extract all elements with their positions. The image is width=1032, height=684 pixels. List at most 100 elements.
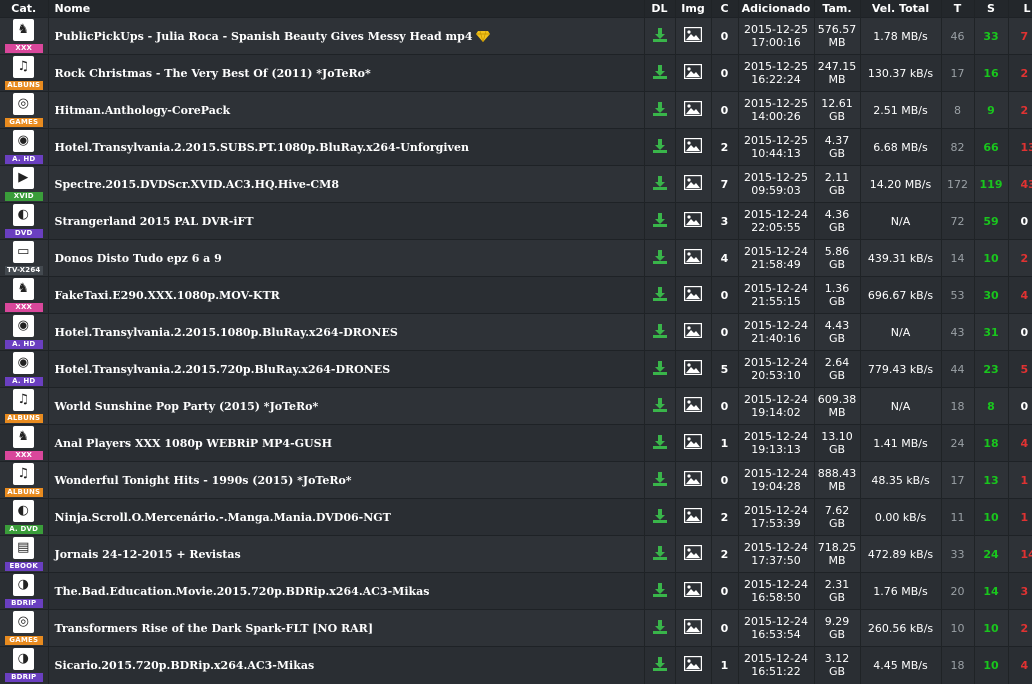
comments-count[interactable]: 2 [711,128,739,166]
torrent-name-link[interactable]: Wonderful Tonight Hits - 1990s (2015) *J… [55,474,352,487]
seeders-count[interactable]: 10 [974,646,1009,684]
category-badge[interactable]: ◑ BDRIP [4,647,43,683]
torrent-name-link[interactable]: Hotel.Transylvania.2.2015.1080p.BluRay.x… [55,326,398,339]
image-icon[interactable] [683,433,703,450]
col-speed[interactable]: Vel. Total [860,0,942,18]
leechers-count[interactable]: 4 [1008,646,1032,684]
comments-count[interactable]: 7 [711,165,739,203]
comments-count[interactable]: 0 [711,313,739,351]
leechers-count[interactable]: 0 [1008,387,1032,425]
category-cell[interactable]: ♫ ALBUNS [0,54,49,92]
leechers-count[interactable]: 3 [1008,572,1032,610]
category-cell[interactable]: ♞ XXX [0,17,49,55]
category-cell[interactable]: ♞ XXX [0,424,49,462]
seeders-count[interactable]: 10 [974,239,1009,277]
category-cell[interactable]: ◉ A. HD [0,128,49,166]
torrent-name-link[interactable]: Anal Players XXX 1080p WEBRiP MP4-GUSH [55,437,332,450]
category-badge[interactable]: ◎ GAMES [4,610,43,646]
download-icon[interactable] [652,64,668,80]
leechers-count[interactable]: 2 [1008,54,1032,92]
torrent-name-link[interactable]: Transformers Rise of the Dark Spark-FLT … [55,622,374,635]
image-icon[interactable] [683,248,703,265]
image-icon[interactable] [683,322,703,339]
category-badge[interactable]: ▤ EBOOK [4,536,43,572]
torrent-name-link[interactable]: PublicPickUps - Julia Roca - Spanish Bea… [55,30,473,43]
leechers-count[interactable]: 13 [1008,128,1032,166]
category-cell[interactable]: ◎ GAMES [0,609,49,647]
download-icon[interactable] [652,138,668,154]
torrent-name-link[interactable]: Jornais 24-12-2015 + Revistas [55,548,241,561]
leechers-count[interactable]: 4 [1008,424,1032,462]
torrent-name-link[interactable]: Strangerland 2015 PAL DVR-iFT [55,215,254,228]
torrent-name-link[interactable]: Hitman.Anthology-CorePack [55,104,231,117]
image-icon[interactable] [683,211,703,228]
comments-count[interactable]: 0 [711,91,739,129]
category-cell[interactable]: ♫ ALBUNS [0,461,49,499]
comments-count[interactable]: 0 [711,461,739,499]
torrent-name-link[interactable]: Hotel.Transylvania.2.2015.SUBS.PT.1080p.… [55,141,469,154]
image-icon[interactable] [683,137,703,154]
image-icon[interactable] [683,359,703,376]
category-badge[interactable]: ♫ ALBUNS [4,388,43,424]
download-icon[interactable] [652,101,668,117]
image-icon[interactable] [683,618,703,635]
seeders-count[interactable]: 10 [974,609,1009,647]
download-icon[interactable] [652,397,668,413]
torrent-name-link[interactable]: Rock Christmas - The Very Best Of (2011)… [55,67,371,80]
comments-count[interactable]: 5 [711,350,739,388]
seeders-count[interactable]: 16 [974,54,1009,92]
leechers-count[interactable]: 1 [1008,461,1032,499]
leechers-count[interactable]: 14 [1008,535,1032,573]
download-icon[interactable] [652,175,668,191]
download-icon[interactable] [652,582,668,598]
seeders-count[interactable]: 10 [974,498,1009,536]
image-icon[interactable] [683,396,703,413]
comments-count[interactable]: 2 [711,535,739,573]
category-badge[interactable]: ▭ TV-X264 [4,240,43,276]
category-cell[interactable]: ◉ A. HD [0,350,49,388]
image-icon[interactable] [683,63,703,80]
image-icon[interactable] [683,470,703,487]
comments-count[interactable]: 0 [711,572,739,610]
category-cell[interactable]: ♞ XXX [0,276,49,314]
download-icon[interactable] [652,249,668,265]
comments-count[interactable]: 3 [711,202,739,240]
comments-count[interactable]: 0 [711,54,739,92]
seeders-count[interactable]: 18 [974,424,1009,462]
seeders-count[interactable]: 8 [974,387,1009,425]
category-badge[interactable]: ♞ XXX [4,277,43,313]
col-name[interactable]: Nome [48,0,645,18]
category-badge[interactable]: ◑ BDRIP [4,573,43,609]
comments-count[interactable]: 0 [711,387,739,425]
category-cell[interactable]: ◑ BDRIP [0,646,49,684]
col-l[interactable]: L [1008,0,1032,18]
image-icon[interactable] [683,507,703,524]
leechers-count[interactable]: 0 [1008,202,1032,240]
comments-count[interactable]: 0 [711,276,739,314]
col-t[interactable]: T [941,0,975,18]
download-icon[interactable] [652,545,668,561]
seeders-count[interactable]: 59 [974,202,1009,240]
image-icon[interactable] [683,100,703,117]
download-icon[interactable] [652,360,668,376]
category-badge[interactable]: ▶ XVID [4,166,43,202]
category-badge[interactable]: ♫ ALBUNS [4,55,43,91]
seeders-count[interactable]: 31 [974,313,1009,351]
image-icon[interactable] [683,174,703,191]
leechers-count[interactable]: 4 [1008,276,1032,314]
leechers-count[interactable]: 0 [1008,313,1032,351]
leechers-count[interactable]: 2 [1008,91,1032,129]
category-cell[interactable]: ◐ DVD [0,202,49,240]
category-badge[interactable]: ◐ A. DVD [4,499,43,535]
download-icon[interactable] [652,656,668,672]
seeders-count[interactable]: 30 [974,276,1009,314]
seeders-count[interactable]: 66 [974,128,1009,166]
col-cat[interactable]: Cat. [0,0,49,18]
torrent-name-link[interactable]: World Sunshine Pop Party (2015) *JoTeRo* [55,400,319,413]
col-size[interactable]: Tam. [814,0,861,18]
seeders-count[interactable]: 13 [974,461,1009,499]
leechers-count[interactable]: 7 [1008,17,1032,55]
download-icon[interactable] [652,471,668,487]
comments-count[interactable]: 0 [711,609,739,647]
category-badge[interactable]: ◎ GAMES [4,92,43,128]
